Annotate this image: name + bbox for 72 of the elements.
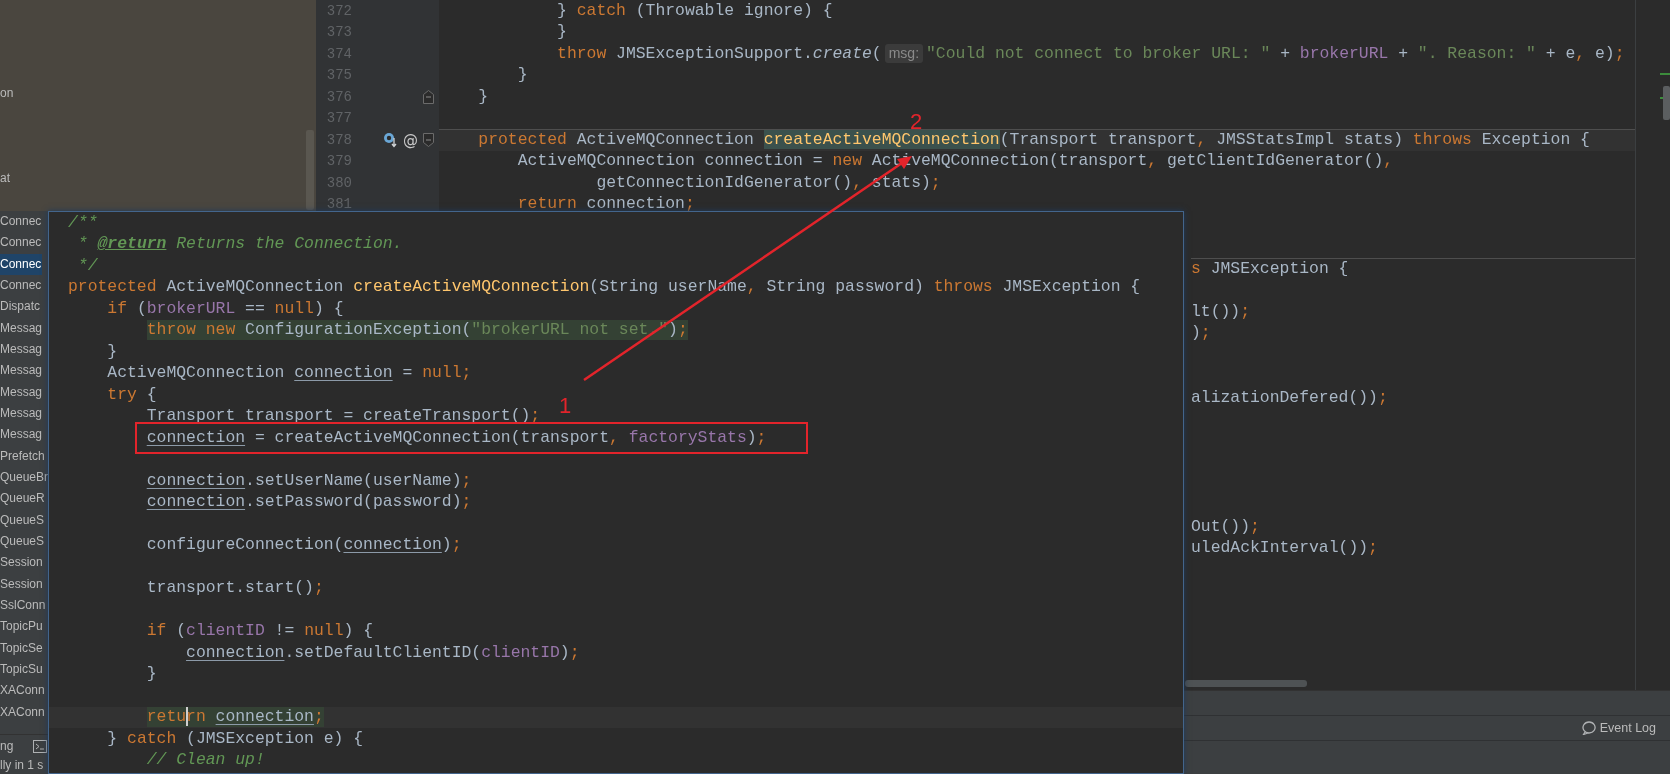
code-line: if (brokerURL == null) { [107, 298, 344, 319]
file-tree-item[interactable]: Messag [0, 338, 44, 361]
code-line: // Clean up! [146, 750, 265, 771]
code-line: connection.setPassword(password); [146, 492, 472, 513]
file-tree-item[interactable]: Messag [0, 360, 44, 382]
file-tree-item[interactable]: TopicPu [0, 616, 44, 638]
file-tree-item[interactable]: Prefetch [0, 445, 46, 467]
code-line: * @return Returns the Connection. [77, 234, 403, 255]
scrollbar[interactable] [1663, 86, 1670, 120]
code-line: } [517, 65, 528, 86]
file-tree-item[interactable]: Connec [0, 211, 43, 233]
file-tree-item[interactable]: Messag [0, 402, 44, 425]
code-line: lt()); [1191, 301, 1251, 322]
code-line: configureConnection(connection); [146, 535, 462, 556]
file-tree-item[interactable]: Dispatc [0, 296, 41, 318]
circle-arrow-icon[interactable] [383, 131, 397, 148]
scrollbar[interactable] [1185, 680, 1307, 687]
code-line: transport.start(); [146, 578, 324, 599]
file-tree-item[interactable]: Connec [0, 253, 43, 275]
file-tree-item[interactable]: QueueR [0, 488, 46, 510]
code-line: */ [77, 255, 98, 276]
code-line: } [478, 86, 489, 107]
file-tree-item[interactable]: Session [0, 552, 44, 574]
file-tree-item[interactable]: Messag [0, 424, 44, 446]
fold-icon[interactable] [423, 89, 434, 104]
code-line: alizationDefered()); [1191, 387, 1388, 408]
code-line: try { [107, 384, 157, 405]
code-line: ActiveMQConnection connection = null; [107, 363, 472, 384]
file-tree-item[interactable]: QueueBr [0, 466, 50, 489]
code-line: connection = createActiveMQConnection(transport, factoryStats); [146, 427, 767, 448]
terminal-icon[interactable] [33, 739, 48, 753]
code-line: } catch (Throwable ignore) { [557, 0, 833, 21]
file-tree-item[interactable]: TopicSe [0, 637, 44, 659]
file-tree-item[interactable]: Messag [0, 381, 44, 403]
code-line: ); [1191, 323, 1211, 344]
file-tree-item[interactable]: QueueS [0, 509, 46, 531]
parameter-hint: msg: [884, 44, 924, 64]
code-line: } [557, 22, 567, 43]
file-tree-item[interactable]: at [0, 168, 11, 190]
code-line: } catch (JMSException e) { [107, 728, 364, 749]
code-line: uledAckInterval()); [1191, 538, 1378, 559]
file-tree-item[interactable]: QueueS [0, 530, 46, 553]
code-line: "Could not connect to broker URL: " + brokerURL + ". Reason: " + e, e); [926, 43, 1625, 64]
gutter-mark[interactable]: @ [403, 131, 418, 148]
tool-window-button[interactable]: ng [0, 739, 14, 753]
code-line: } [146, 664, 157, 685]
code-line: connection.setDefaultClientID(clientID); [186, 642, 580, 663]
code-line: } [107, 341, 118, 362]
file-tree-item[interactable]: TopicSu [0, 658, 44, 681]
code-line: Out()); [1191, 516, 1260, 537]
file-tree-item[interactable]: on [0, 83, 15, 105]
file-tree-item[interactable]: Messag [0, 317, 44, 339]
file-tree-item[interactable]: XAConn [0, 701, 46, 723]
change-marker [1660, 73, 1670, 75]
file-tree-item[interactable]: Session [0, 573, 44, 595]
code-line: if (clientID != null) { [146, 621, 373, 642]
speech-bubble-icon[interactable] [1581, 721, 1596, 735]
code-line: /** [68, 212, 98, 233]
file-tree-item[interactable]: Connec [0, 232, 43, 254]
code-line: return connection; [517, 194, 695, 215]
file-tree-item[interactable]: XAConn [0, 680, 46, 702]
event-log-button[interactable]: Event Log [1599, 721, 1656, 735]
code-line: getConnectionIdGenerator(), stats); [596, 172, 941, 193]
code-line: throw JMSExceptionSupport.create( [557, 43, 882, 64]
annotation-label: 1 [559, 394, 572, 418]
code-line: s JMSException { [1191, 258, 1349, 279]
fold-icon[interactable] [423, 132, 434, 147]
file-tree-item[interactable]: Connec [0, 275, 43, 297]
file-tree-item[interactable]: SslConn [0, 594, 47, 617]
status-message: lly in 1 s [0, 758, 44, 772]
code-line: connection.setUserName(userName); [146, 470, 472, 491]
scrollbar[interactable] [306, 130, 314, 210]
